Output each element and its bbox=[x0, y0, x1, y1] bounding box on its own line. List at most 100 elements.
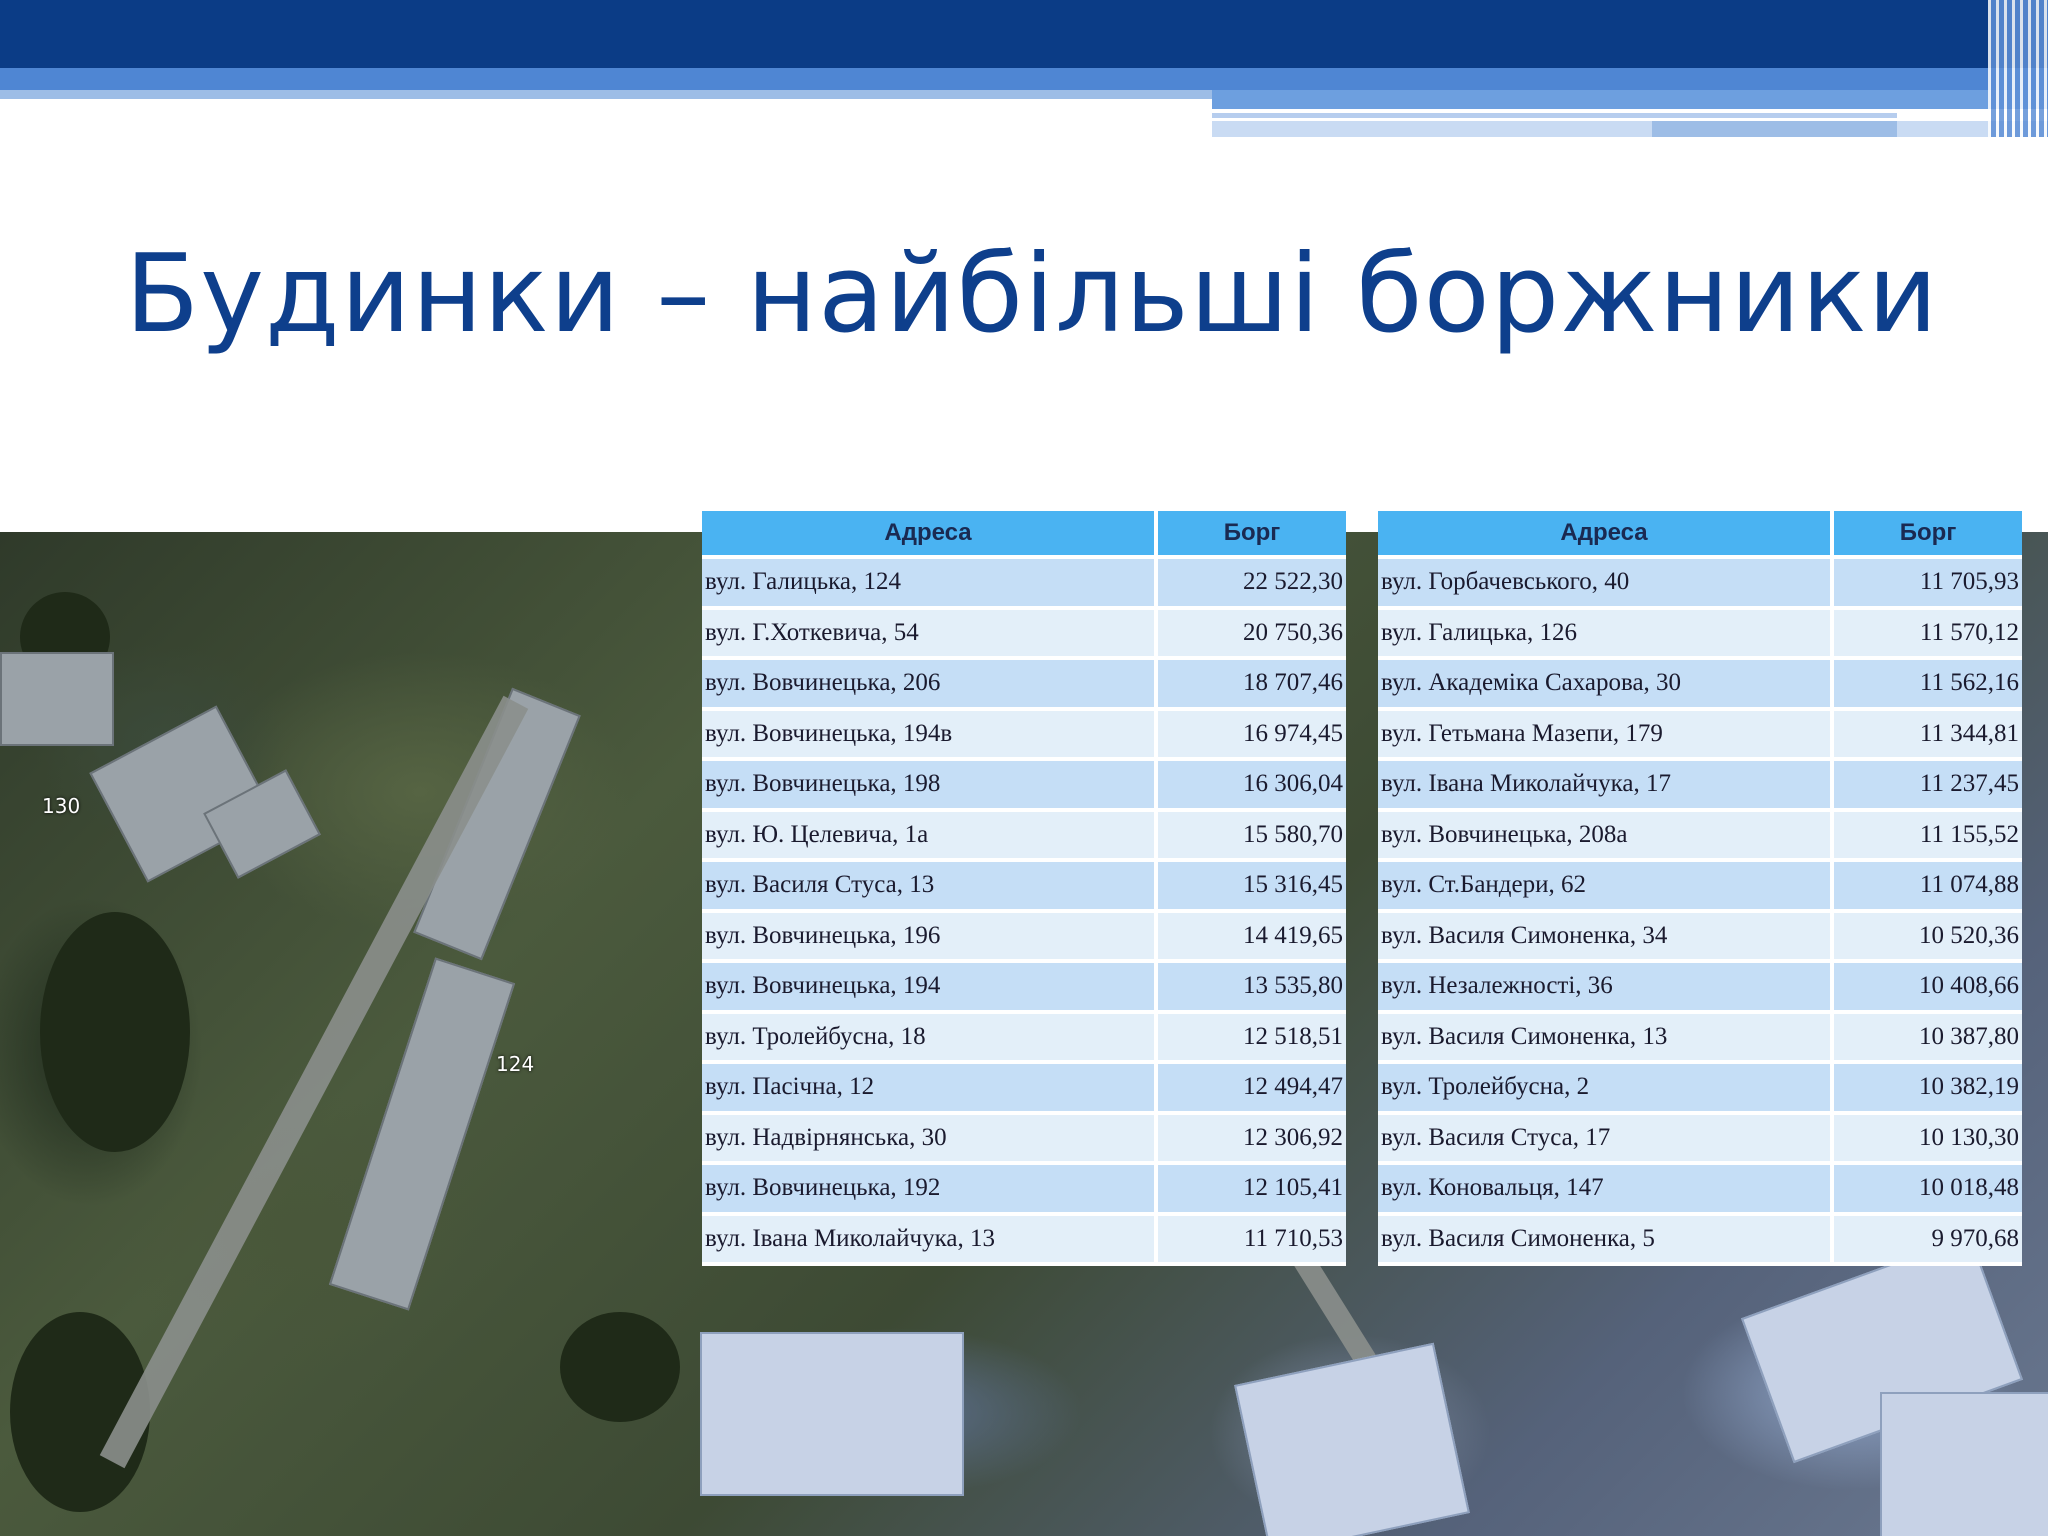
table-row: вул. Вовчинецька, 208а 11 155,52 bbox=[1378, 811, 2022, 862]
table-row: вул. Тролейбусна, 18 12 518,51 bbox=[702, 1013, 1346, 1064]
table-row: вул. Івана Миколайчука, 17 11 237,45 bbox=[1378, 761, 2022, 812]
debt-cell: 16 306,04 bbox=[1158, 761, 1346, 812]
table-row: вул. Івана Миколайчука, 13 11 710,53 bbox=[702, 1215, 1346, 1266]
table-row: вул. Тролейбусна, 2 10 382,19 bbox=[1378, 1064, 2022, 1115]
slide-title: Будинки – найбільші боржники bbox=[125, 232, 1939, 357]
table-row: вул. Василя Стуса, 13 15 316,45 bbox=[702, 862, 1346, 913]
table-row: вул. Вовчинецька, 194в 16 974,45 bbox=[702, 710, 1346, 761]
header-line-accent bbox=[1652, 121, 1897, 137]
table-row: вул. Горбачевського, 40 11 705,93 bbox=[1378, 559, 2022, 610]
column-header-address: Адреса bbox=[702, 511, 1159, 559]
address-cell: вул. Вовчинецька, 192 bbox=[702, 1165, 1159, 1216]
header-band-light-right bbox=[1212, 90, 2048, 109]
address-cell: вул. Гетьмана Мазепи, 179 bbox=[1378, 710, 1835, 761]
debt-cell: 12 494,47 bbox=[1158, 1064, 1346, 1115]
debt-cell: 11 710,53 bbox=[1158, 1215, 1346, 1266]
table-row: вул. Вовчинецька, 196 14 419,65 bbox=[702, 912, 1346, 963]
table-row: вул. Галицька, 126 11 570,12 bbox=[1378, 609, 2022, 660]
debt-cell: 16 974,45 bbox=[1158, 710, 1346, 761]
address-cell: вул. Галицька, 126 bbox=[1378, 609, 1835, 660]
address-cell: вул. Вовчинецька, 194 bbox=[702, 963, 1159, 1014]
address-cell: вул. Ст.Бандери, 62 bbox=[1378, 862, 1835, 913]
address-cell: вул. Вовчинецька, 198 bbox=[702, 761, 1159, 812]
table-row: вул. Василя Симоненка, 34 10 520,36 bbox=[1378, 912, 2022, 963]
debt-cell: 15 316,45 bbox=[1158, 862, 1346, 913]
table-row: вул. Вовчинецька, 206 18 707,46 bbox=[702, 660, 1346, 711]
address-cell: вул. Вовчинецька, 206 bbox=[702, 660, 1159, 711]
debt-cell: 10 018,48 bbox=[1834, 1165, 2022, 1216]
address-cell: вул. Василя Симоненка, 13 bbox=[1378, 1013, 1835, 1064]
debt-cell: 14 419,65 bbox=[1158, 912, 1346, 963]
building-number-label: 130 bbox=[42, 794, 81, 818]
table-row: вул. Ст.Бандери, 62 11 074,88 bbox=[1378, 862, 2022, 913]
debt-cell: 12 306,92 bbox=[1158, 1114, 1346, 1165]
address-cell: вул. Василя Симоненка, 5 bbox=[1378, 1215, 1835, 1266]
debt-cell: 9 970,68 bbox=[1834, 1215, 2022, 1266]
table-row: вул. Галицька, 124 22 522,30 bbox=[702, 559, 1346, 610]
address-cell: вул. Коновальця, 147 bbox=[1378, 1165, 1835, 1216]
debt-cell: 10 130,30 bbox=[1834, 1114, 2022, 1165]
debtors-table-right: Адреса Борг вул. Горбачевського, 40 11 70… bbox=[1378, 511, 2022, 1266]
header-band-light-left bbox=[0, 90, 1212, 99]
debt-cell: 10 520,36 bbox=[1834, 912, 2022, 963]
debt-cell: 11 705,93 bbox=[1834, 559, 2022, 610]
debt-cell: 10 408,66 bbox=[1834, 963, 2022, 1014]
table-header-row: Адреса Борг bbox=[1378, 511, 2022, 559]
debt-cell: 22 522,30 bbox=[1158, 559, 1346, 610]
building bbox=[1234, 1342, 1470, 1536]
table-row: вул. Надвірнянська, 30 12 306,92 bbox=[702, 1114, 1346, 1165]
debt-cell: 12 105,41 bbox=[1158, 1165, 1346, 1216]
header-band-dark bbox=[0, 0, 2048, 68]
table-row: вул. Гетьмана Мазепи, 179 11 344,81 bbox=[1378, 710, 2022, 761]
address-cell: вул. Галицька, 124 bbox=[702, 559, 1159, 610]
address-cell: вул. Василя Симоненка, 34 bbox=[1378, 912, 1835, 963]
table-row: вул. Вовчинецька, 192 12 105,41 bbox=[702, 1165, 1346, 1216]
building bbox=[0, 652, 114, 746]
debt-cell: 10 387,80 bbox=[1834, 1013, 2022, 1064]
address-cell: вул. Тролейбусна, 18 bbox=[702, 1013, 1159, 1064]
debt-cell: 11 074,88 bbox=[1834, 862, 2022, 913]
address-cell: вул. Вовчинецька, 194в bbox=[702, 710, 1159, 761]
column-header-debt: Борг bbox=[1834, 511, 2022, 559]
address-cell: вул. Івана Миколайчука, 13 bbox=[702, 1215, 1159, 1266]
address-cell: вул. Вовчинецька, 208а bbox=[1378, 811, 1835, 862]
debt-cell: 20 750,36 bbox=[1158, 609, 1346, 660]
tree-canopy bbox=[560, 1312, 680, 1422]
address-cell: вул. Горбачевського, 40 bbox=[1378, 559, 1835, 610]
debt-cell: 11 155,52 bbox=[1834, 811, 2022, 862]
address-cell: вул. Пасічна, 12 bbox=[702, 1064, 1159, 1115]
building bbox=[700, 1332, 964, 1496]
table-row: вул. Вовчинецька, 198 16 306,04 bbox=[702, 761, 1346, 812]
table-row: вул. Василя Симоненка, 13 10 387,80 bbox=[1378, 1013, 2022, 1064]
building-number-label: 124 bbox=[496, 1052, 535, 1076]
address-cell: вул. Незалежності, 36 bbox=[1378, 963, 1835, 1014]
table-row: вул. Коновальця, 147 10 018,48 bbox=[1378, 1165, 2022, 1216]
debt-cell: 11 562,16 bbox=[1834, 660, 2022, 711]
tree-canopy bbox=[40, 912, 190, 1152]
debt-cell: 11 570,12 bbox=[1834, 609, 2022, 660]
table-row: вул. Василя Симоненка, 59 970,68 bbox=[1378, 1215, 2022, 1266]
table-row: вул. Незалежності, 36 10 408,66 bbox=[1378, 963, 2022, 1014]
address-cell: вул. Івана Миколайчука, 17 bbox=[1378, 761, 1835, 812]
address-cell: вул. Тролейбусна, 2 bbox=[1378, 1064, 1835, 1115]
table-header-row: Адреса Борг bbox=[702, 511, 1346, 559]
debt-cell: 15 580,70 bbox=[1158, 811, 1346, 862]
table-row: вул. Вовчинецька, 194 13 535,80 bbox=[702, 963, 1346, 1014]
debt-cell: 13 535,80 bbox=[1158, 963, 1346, 1014]
header-band-mid bbox=[0, 68, 2048, 90]
table-row: вул. Пасічна, 12 12 494,47 bbox=[702, 1064, 1346, 1115]
column-header-address: Адреса bbox=[1378, 511, 1835, 559]
table-row: вул. Г.Хоткевича, 54 20 750,36 bbox=[702, 609, 1346, 660]
address-cell: вул. Василя Стуса, 13 bbox=[702, 862, 1159, 913]
address-cell: вул. Академіка Сахарова, 30 bbox=[1378, 660, 1835, 711]
address-cell: вул. Г.Хоткевича, 54 bbox=[702, 609, 1159, 660]
debt-cell: 12 518,51 bbox=[1158, 1013, 1346, 1064]
debt-cell: 11 237,45 bbox=[1834, 761, 2022, 812]
table-row: вул. Академіка Сахарова, 30 11 562,16 bbox=[1378, 660, 2022, 711]
debtors-table-left: Адреса Борг вул. Галицька, 124 22 522,30 … bbox=[702, 511, 1346, 1266]
column-header-debt: Борг bbox=[1158, 511, 1346, 559]
debt-cell: 18 707,46 bbox=[1158, 660, 1346, 711]
header-line-lower bbox=[1212, 121, 2048, 137]
header-line bbox=[1212, 113, 1897, 118]
table-row: вул. Василя Стуса, 17 10 130,30 bbox=[1378, 1114, 2022, 1165]
